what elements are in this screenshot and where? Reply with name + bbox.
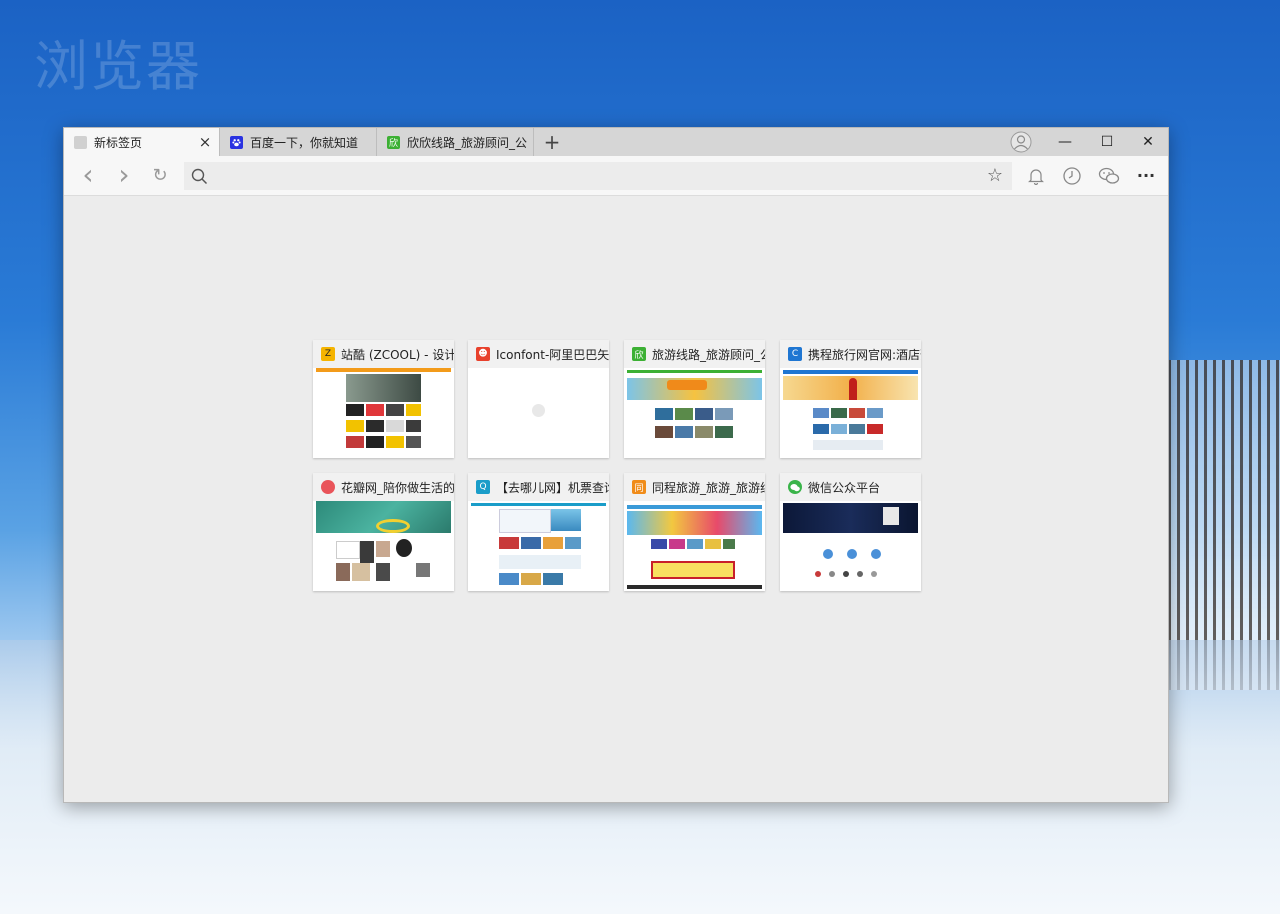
top-site-tile-tongcheng[interactable]: 同 同程旅游_旅游_旅游线 [624, 473, 765, 591]
tile-thumbnail [471, 368, 606, 456]
baidu-paw-icon [230, 135, 243, 149]
bell-icon[interactable] [1024, 164, 1048, 188]
top-site-tile-wechat-mp[interactable]: 微信公众平台 [780, 473, 921, 591]
tile-thumbnail [783, 368, 918, 456]
minimize-button[interactable]: — [1044, 128, 1086, 156]
tile-title: 旅游线路_旅游顾问_公 [652, 347, 765, 362]
address-input[interactable] [217, 167, 981, 187]
refresh-button[interactable]: ↻ [148, 164, 172, 188]
tile-thumbnail [783, 501, 918, 589]
top-site-tile-zcool[interactable]: Z 站酷 (ZCOOL) - 设计师 [313, 340, 454, 458]
tab-label: 百度一下，你就知道 [250, 135, 359, 150]
tile-title: 【去哪儿网】机票查询 [496, 480, 609, 495]
zcool-favicon-icon: Z [321, 347, 335, 361]
top-site-tile-huaban[interactable]: 花瓣网_陪你做生活的设 [313, 473, 454, 591]
tile-title: 同程旅游_旅游_旅游线 [652, 480, 765, 495]
xinxin-favicon-icon: 欣 [632, 347, 646, 361]
maximize-button[interactable]: ☐ [1086, 128, 1128, 156]
ctrip-favicon-icon: C [788, 347, 802, 361]
favorite-star-icon[interactable]: ☆ [987, 165, 1003, 186]
top-site-tile-qunar[interactable]: Q 【去哪儿网】机票查询 [468, 473, 609, 591]
back-button[interactable]: ‹ [76, 161, 100, 189]
tab-xinxin[interactable]: 欣 欣欣线路_旅游顾问_公 [377, 128, 534, 156]
tab-label: 欣欣线路_旅游顾问_公 [407, 135, 528, 150]
tile-thumbnail [627, 501, 762, 589]
tile-thumbnail [627, 368, 762, 456]
tab-bar: 新标签页 × 百度一下，你就知道 欣 欣欣线路_旅游顾问_公 + — ☐ ✕ [64, 128, 1168, 156]
tile-title: 站酷 (ZCOOL) - 设计师 [341, 347, 454, 362]
tongcheng-favicon-icon: 同 [632, 480, 646, 494]
tab-new-tab[interactable]: 新标签页 × [64, 128, 220, 156]
top-site-tile-xinxin[interactable]: 欣 旅游线路_旅游顾问_公 [624, 340, 765, 458]
xinxin-icon: 欣 [387, 135, 400, 149]
more-menu-button[interactable]: ··· [1134, 164, 1158, 188]
qunar-favicon-icon: Q [476, 480, 490, 494]
tile-thumbnail [316, 501, 451, 589]
history-clock-icon[interactable] [1060, 164, 1084, 188]
tile-title: Iconfont-阿里巴巴矢量 [496, 347, 609, 362]
blank-page-icon [74, 135, 87, 149]
new-tab-page: Z 站酷 (ZCOOL) - 设计师 [64, 196, 1168, 802]
close-icon[interactable]: × [197, 134, 213, 150]
wechat-mp-favicon-icon [788, 480, 802, 494]
window-close-button[interactable]: ✕ [1127, 128, 1169, 156]
iconfont-favicon-icon: ☻ [476, 347, 490, 361]
tab-label: 新标签页 [94, 135, 143, 150]
navigation-toolbar: ‹ › ↻ ☆ ··· [64, 156, 1168, 196]
tile-thumbnail [316, 368, 451, 456]
tile-title: 花瓣网_陪你做生活的设 [341, 480, 454, 495]
tab-baidu[interactable]: 百度一下，你就知道 [220, 128, 377, 156]
wechat-icon[interactable] [1097, 164, 1121, 188]
huaban-favicon-icon [321, 480, 335, 494]
tile-thumbnail [471, 501, 606, 589]
search-icon [191, 168, 208, 189]
tile-title: 携程旅行网官网:酒店预 [808, 347, 921, 362]
top-site-tile-ctrip[interactable]: C 携程旅行网官网:酒店预 [780, 340, 921, 458]
browser-window: 新标签页 × 百度一下，你就知道 欣 欣欣线路_旅游顾问_公 + — ☐ ✕ ‹… [63, 127, 1169, 803]
address-bar[interactable]: ☆ [184, 162, 1012, 190]
forward-button[interactable]: › [112, 161, 136, 189]
top-site-tile-iconfont[interactable]: ☻ Iconfont-阿里巴巴矢量 [468, 340, 609, 458]
profile-avatar-icon[interactable] [1010, 131, 1032, 153]
desktop-watermark: 浏览器 [34, 35, 202, 98]
new-tab-button[interactable]: + [540, 130, 564, 154]
tile-title: 微信公众平台 [808, 480, 881, 495]
